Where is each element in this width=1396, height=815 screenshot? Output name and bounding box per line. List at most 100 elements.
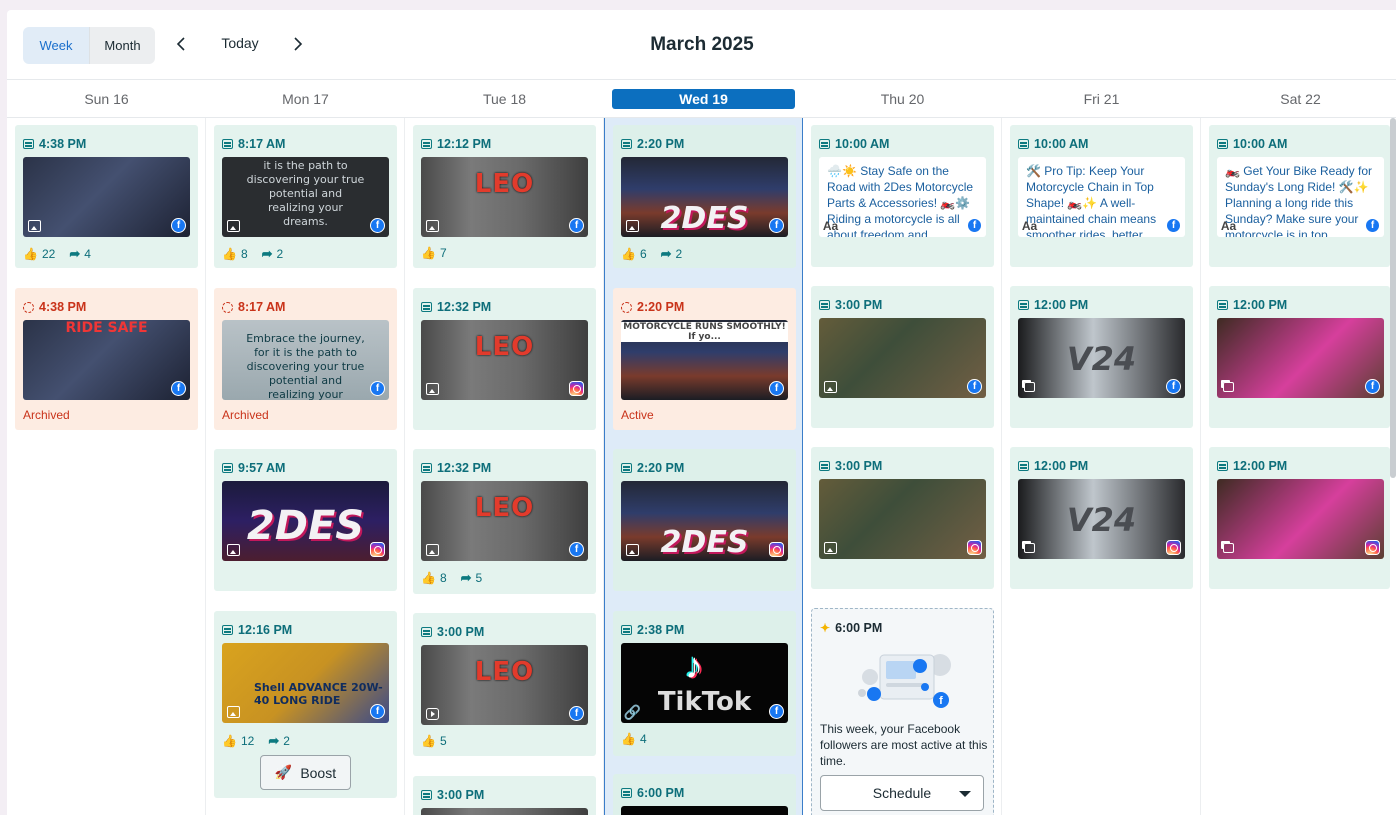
post-card[interactable]: 10:00 AM 🛠️ Pro Tip: Keep Your Motorcycl…	[1010, 125, 1193, 267]
thumbnail-overlay-text: 2DES	[660, 201, 749, 236]
post-icon	[222, 463, 233, 473]
carousel-icon	[1221, 541, 1236, 555]
likes-count: 8	[439, 571, 447, 585]
post-card[interactable]: 12:00 PM V24	[1010, 447, 1193, 589]
post-card[interactable]: 4:38 PM f 👍 22 ➦ 4	[15, 125, 198, 268]
post-thumbnail: LEO f	[421, 157, 588, 237]
post-text: 🏍️ Get Your Bike Ready for Sunday's Long…	[1225, 164, 1373, 237]
post-status: Archived	[23, 408, 70, 422]
image-icon	[226, 705, 241, 719]
day-label: Sun 16	[84, 91, 129, 107]
post-card[interactable]: 12:32 PM LEO	[413, 288, 596, 430]
day-header[interactable]: Tue 18	[405, 80, 604, 118]
post-card[interactable]: 12:00 PM f	[1209, 286, 1390, 428]
post-card[interactable]: 2:20 PM 2DES	[613, 449, 796, 591]
carousel-icon	[1221, 380, 1236, 394]
instagram-icon	[769, 542, 784, 557]
image-icon	[823, 380, 838, 394]
week-view-button[interactable]: Week	[23, 27, 89, 64]
post-card[interactable]: 3:00 PM LEO f 👍 5	[413, 613, 596, 756]
like-icon: 👍	[421, 571, 436, 585]
month-view-button[interactable]: Month	[89, 27, 155, 64]
post-time: 9:57 AM	[222, 461, 285, 475]
post-card[interactable]: 2:38 PM ♪ TikTok 🔗 f 👍 4	[613, 611, 796, 756]
post-icon	[621, 625, 632, 635]
pending-icon	[222, 301, 233, 313]
caret-down-icon[interactable]	[959, 791, 971, 797]
post-card-active[interactable]: 2:20 PM MOTORCYCLE RUNS SMOOTHLY! If yo.…	[613, 288, 796, 430]
thumbnail-overlay-text: RIDE SAFE	[65, 320, 148, 336]
day-header[interactable]: Sun 16	[7, 80, 206, 118]
thumbnail-overlay-text: Embrace the journey, for it is the path …	[246, 332, 365, 400]
post-stats: 👍 5	[421, 734, 447, 748]
post-card[interactable]: 12:00 PM V24 f	[1010, 286, 1193, 428]
schedule-button[interactable]: Schedule	[820, 775, 984, 811]
post-card[interactable]: 12:16 PM Shell ADVANCE 20W-40 LONG RIDE …	[214, 611, 397, 798]
day-label: Tue 18	[482, 91, 527, 107]
suggested-time-card[interactable]: ✦ 6:00 PM f This week, your Facebook foll…	[811, 608, 994, 815]
post-card[interactable]: 3:00 PM f	[811, 286, 994, 428]
post-card[interactable]: 6:00 PM	[613, 774, 796, 815]
day-header[interactable]: Fri 21	[1002, 80, 1201, 118]
rocket-icon: 🚀	[274, 764, 293, 780]
post-card[interactable]: 10:00 AM 🏍️ Get Your Bike Ready for Sund…	[1209, 125, 1390, 267]
shares-count: 2	[675, 247, 683, 261]
vertical-scrollbar[interactable]	[1390, 118, 1396, 478]
post-card[interactable]: 12:00 PM	[1209, 447, 1390, 589]
facebook-icon: f	[769, 704, 784, 719]
thumbnail-overlay-text: LEO	[474, 657, 535, 687]
boost-button[interactable]: 🚀 Boost	[260, 755, 351, 790]
post-card[interactable]: 8:17 AM it is the path to discovering yo…	[214, 125, 397, 268]
post-card[interactable]: 10:00 AM 🌧️☀️ Stay Safe on the Road with…	[811, 125, 994, 267]
day-header-today[interactable]: Wed 19	[604, 80, 803, 118]
today-button[interactable]: Today	[203, 35, 277, 51]
post-icon	[819, 139, 830, 149]
post-text: 🛠️ Pro Tip: Keep Your Motorcycle Chain i…	[1026, 164, 1157, 237]
day-header[interactable]: Sat 22	[1201, 80, 1396, 118]
facebook-icon: f	[967, 218, 982, 233]
instagram-icon	[967, 540, 982, 555]
facebook-icon: f	[1166, 379, 1181, 394]
post-time: 12:00 PM	[1217, 459, 1287, 473]
day-column-sat: 10:00 AM 🏍️ Get Your Bike Ready for Sund…	[1201, 118, 1396, 815]
post-time: 3:00 PM	[819, 298, 882, 312]
post-card[interactable]: 3:00 PM	[413, 776, 596, 815]
facebook-icon: f	[967, 379, 982, 394]
facebook-icon: f	[1166, 218, 1181, 233]
day-column-tue: 12:12 PM LEO f 👍 7 12:32 PM LEO 12:32 PM …	[405, 118, 604, 815]
post-time: 10:00 AM	[819, 137, 889, 151]
thumbnail-overlay-text: V24	[1066, 340, 1137, 378]
post-card-archived[interactable]: 8:17 AM Embrace the journey, for it is t…	[214, 288, 397, 430]
post-stats: 👍 22 ➦ 4	[23, 246, 91, 262]
post-thumbnail: LEO f	[421, 645, 588, 725]
post-thumbnail: f	[819, 318, 986, 398]
post-time: 2:20 PM	[621, 137, 684, 151]
image-icon	[226, 219, 241, 233]
image-icon	[226, 543, 241, 557]
next-week-button[interactable]	[288, 34, 308, 54]
post-icon	[1217, 461, 1228, 471]
post-card[interactable]: 3:00 PM	[811, 447, 994, 589]
post-time: 2:20 PM	[621, 461, 684, 475]
day-header[interactable]: Mon 17	[206, 80, 405, 118]
post-card[interactable]: 2:20 PM 2DES f 👍 6 ➦ 2	[613, 125, 796, 268]
like-icon: 👍	[621, 732, 636, 746]
thumbnail-overlay-text: TikTok	[657, 687, 752, 717]
post-card[interactable]: 12:32 PM LEO f 👍 8 ➦ 5	[413, 449, 596, 594]
calendar-toolbar: Week Month Today March 2025	[7, 10, 1396, 80]
post-time: 12:16 PM	[222, 623, 292, 637]
post-card-archived[interactable]: 4:38 PM RIDE SAFE f Archived	[15, 288, 198, 430]
link-icon: 🔗	[623, 703, 642, 720]
post-icon	[621, 463, 632, 473]
post-thumbnail: 2DES f	[621, 157, 788, 237]
instagram-icon	[1365, 540, 1380, 555]
previous-week-button[interactable]	[171, 34, 191, 54]
like-icon: 👍	[421, 734, 436, 748]
post-icon	[621, 788, 632, 798]
likes-count: 7	[439, 246, 447, 260]
post-card[interactable]: 9:57 AM 2DES	[214, 449, 397, 591]
image-icon	[625, 219, 640, 233]
day-header[interactable]: Thu 20	[803, 80, 1002, 118]
post-card[interactable]: 12:12 PM LEO f 👍 7	[413, 125, 596, 268]
post-thumbnail: it is the path to discovering your true …	[222, 157, 389, 237]
